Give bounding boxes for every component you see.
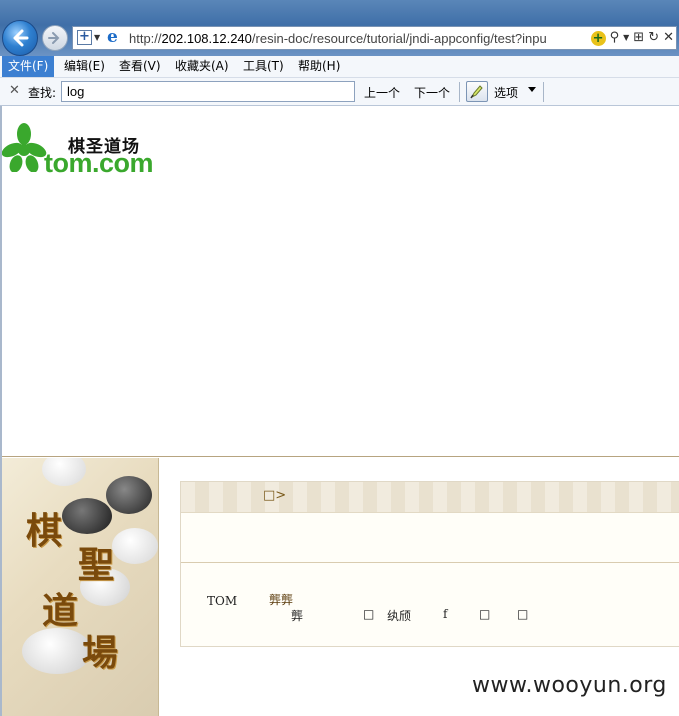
ie-page-icon: e: [107, 27, 118, 47]
breadcrumb[interactable]: □>: [263, 488, 286, 503]
tom-logo-icon: [2, 123, 47, 172]
go-title-char: 場: [82, 632, 119, 674]
row-text-garbled[interactable]: 龏龏: [269, 591, 293, 608]
search-icon[interactable]: ⚲: [610, 29, 620, 47]
find-bar: ✕ 查找: 上一个 下一个 选项: [0, 78, 679, 106]
close-find-icon[interactable]: ✕: [9, 83, 20, 98]
go-stone-black: [106, 476, 152, 514]
menu-favorites[interactable]: 收藏夹(A): [169, 56, 235, 77]
back-button[interactable]: [2, 20, 38, 56]
site-logo[interactable]: 棋圣道场 tom.com: [2, 118, 182, 178]
row-text-garbled: f: [443, 607, 448, 621]
find-previous-button[interactable]: 上一个: [364, 84, 400, 101]
compat-view-icon[interactable]: +: [77, 30, 92, 45]
go-title-char: 道: [42, 590, 79, 632]
page-viewport: 棋圣道场 tom.com 棋 聖 道 場 □> TOM 龏龏 龏 □ 纨颀 f …: [0, 106, 679, 716]
content-header: □>: [181, 482, 679, 513]
find-next-button[interactable]: 下一个: [414, 84, 450, 101]
browser-title-bar: + ▼ e http://202.108.12.240/resin-doc/re…: [0, 0, 679, 56]
forward-button[interactable]: [42, 25, 68, 51]
dropdown-arrow-icon[interactable]: ▼: [94, 33, 100, 42]
menu-edit[interactable]: 编辑(E): [58, 56, 111, 77]
go-stone-black: [62, 498, 112, 534]
url-text[interactable]: http://202.108.12.240/resin-doc/resource…: [129, 31, 567, 46]
address-bar[interactable]: + ▼ e http://202.108.12.240/resin-doc/re…: [72, 26, 677, 50]
compat-icon[interactable]: ⊞: [633, 29, 644, 47]
menu-bar: 文件(F) 编辑(E) 查看(V) 收藏夹(A) 工具(T) 帮助(H): [0, 56, 679, 78]
menu-help[interactable]: 帮助(H): [292, 56, 346, 77]
go-title-char: 聖: [78, 544, 115, 586]
search-dropdown-icon[interactable]: ▼: [623, 29, 629, 47]
menu-tools[interactable]: 工具(T): [237, 56, 290, 77]
menu-view[interactable]: 查看(V): [113, 56, 167, 77]
highlight-matches-button[interactable]: [466, 81, 488, 102]
toolbar-divider: [459, 82, 460, 102]
row-text-garbled: □: [479, 607, 491, 621]
add-on-icon[interactable]: +: [590, 30, 606, 46]
chevron-down-icon[interactable]: [528, 87, 536, 92]
content-panel: □> TOM 龏龏 龏 □ 纨颀 f □ □: [180, 481, 679, 647]
highlighter-pen-icon: [470, 85, 483, 99]
watermark-text: www.wooyun.org: [472, 673, 667, 698]
row-text-garbled: 纨颀: [387, 609, 412, 623]
find-options-button[interactable]: 选项: [494, 84, 518, 101]
row-text-garbled: □: [517, 607, 529, 621]
row-text-tom: TOM: [207, 594, 238, 608]
find-input[interactable]: [61, 81, 355, 102]
menu-file[interactable]: 文件(F): [2, 56, 55, 77]
toolbar-divider: [543, 82, 544, 102]
go-stone-white: [112, 528, 158, 564]
go-stone-white: [42, 458, 86, 486]
row-text-garbled: □: [363, 607, 375, 621]
find-label: 查找:: [28, 86, 57, 100]
go-banner-image: 棋 聖 道 場: [2, 458, 159, 716]
back-arrow-icon: [13, 29, 29, 47]
stop-icon[interactable]: ✕: [663, 29, 674, 47]
logo-tom-text: tom.com: [44, 148, 154, 178]
row-text-garbled: 龏: [291, 609, 304, 623]
divider: [181, 562, 679, 563]
refresh-icon[interactable]: ↻: [648, 29, 659, 47]
go-title-char: 棋: [26, 510, 63, 552]
forward-arrow-icon: [48, 32, 60, 44]
